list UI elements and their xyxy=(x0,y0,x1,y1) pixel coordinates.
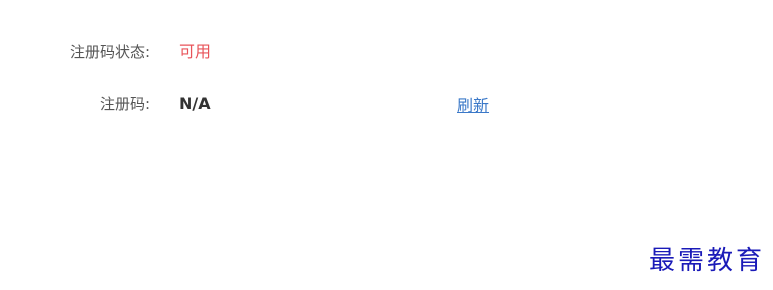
registration-status-label: 注册码状态: xyxy=(69,43,150,61)
registration-code-value: N/A xyxy=(179,94,211,113)
registration-status-value: 可用 xyxy=(179,42,212,61)
registration-panel: 注册码状态: 可用 注册码: N/A 刷新 最需教育 xyxy=(0,0,773,290)
registration-status-label-wrap: 注册码状态: xyxy=(0,40,150,64)
registration-code-label-wrap: 注册码: xyxy=(0,92,150,116)
refresh-link[interactable]: 刷新 xyxy=(457,94,489,118)
watermark-text: 最需教育 xyxy=(648,246,765,276)
registration-code-label: 注册码: xyxy=(99,95,150,113)
